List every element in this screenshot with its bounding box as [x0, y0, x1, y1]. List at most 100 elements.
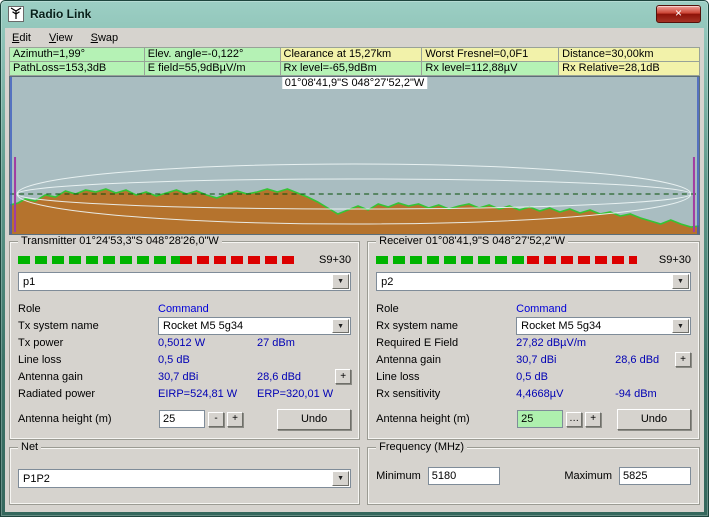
tx-line-loss-row: Line loss 0,5 dB	[18, 351, 351, 368]
rx-sensitivity-label: Rx sensitivity	[376, 388, 516, 400]
rx-unit-combobox[interactable]: p2 ▼	[376, 272, 691, 291]
rx-sensitivity-uv: 4,4668µV	[516, 388, 615, 400]
frequency-maximum-input[interactable]	[619, 467, 691, 485]
info-distance: Distance=30,00km	[559, 48, 700, 62]
transmitter-panel-title: Transmitter 01°24'53,3"S 048°28'26,0"W	[18, 235, 222, 247]
tx-undo-button[interactable]: Undo	[277, 409, 351, 430]
signal-meter-red-segment	[527, 256, 637, 264]
net-panel: Net P1P2 ▼	[9, 447, 360, 505]
rx-unit-value: p2	[381, 276, 393, 288]
signal-meter-red-segment	[180, 256, 297, 264]
frequency-panel-title: Frequency (MHz)	[376, 441, 467, 453]
tx-role-row: Role Command	[18, 300, 351, 317]
rx-height-increment-button[interactable]: +	[585, 412, 601, 427]
chevron-down-icon[interactable]: ▼	[672, 274, 689, 289]
menubar: Edit View Swap	[5, 28, 704, 47]
rx-line-loss-row: Line loss 0,5 dB	[376, 368, 691, 385]
tx-antenna-height-label: Antenna height (m)	[18, 413, 156, 425]
receiver-panel-title: Receiver 01°08'41,9"S 048°27'52,2"W	[376, 235, 568, 247]
tx-rows: Role Command Tx system name Rocket M5 5g…	[18, 300, 351, 430]
tx-antenna-height-row: Antenna height (m) - + Undo	[18, 408, 351, 430]
tx-system-row: Tx system name Rocket M5 5g34 ▼	[18, 317, 351, 334]
rx-antenna-gain-plus-button[interactable]: +	[675, 352, 691, 367]
tx-unit-value: p1	[23, 276, 35, 288]
chevron-down-icon[interactable]: ▼	[672, 319, 689, 333]
tx-line-loss-label: Line loss	[18, 354, 158, 366]
rx-antenna-height-input[interactable]	[517, 410, 563, 428]
rx-required-efield-label: Required E Field	[376, 337, 516, 349]
frequency-row: Minimum Maximum	[376, 467, 691, 485]
tx-signal-meter: S9+30	[18, 255, 351, 264]
tx-radiated-power-row: Radiated power EIRP=524,81 W ERP=320,01 …	[18, 385, 351, 402]
info-rx-relative: Rx Relative=28,1dB	[559, 62, 700, 76]
tx-antenna-height-input[interactable]	[159, 410, 205, 428]
net-combobox[interactable]: P1P2 ▼	[18, 469, 351, 488]
rx-antenna-gain-dbi: 30,7 dBi	[516, 354, 615, 366]
frequency-minimum-label: Minimum	[376, 470, 421, 482]
info-worst-fresnel: Worst Fresnel=0,0F1	[422, 48, 559, 62]
chevron-down-icon[interactable]: ▼	[332, 274, 349, 289]
tx-height-increment-button[interactable]: +	[227, 412, 243, 427]
tx-role-label: Role	[18, 303, 158, 315]
rx-antenna-height-label: Antenna height (m)	[376, 413, 514, 425]
info-e-field: E field=55,9dBµV/m	[145, 62, 281, 76]
tx-antenna-gain-dbd: 28,6 dBd	[257, 371, 333, 383]
tx-antenna-gain-label: Antenna gain	[18, 371, 158, 383]
link-info-grid: Azimuth=1,99° Elev. angle=-0,122° Cleara…	[9, 47, 700, 76]
tx-antenna-gain-plus-button[interactable]: +	[335, 369, 351, 384]
menu-view[interactable]: View	[49, 32, 73, 44]
chevron-down-icon[interactable]: ▼	[332, 319, 349, 333]
tx-power-watts: 0,5012 W	[158, 337, 257, 349]
tx-power-row: Tx power 0,5012 W 27 dBm	[18, 334, 351, 351]
info-rx-level-dbm: Rx level=-65,9dBm	[281, 62, 423, 76]
tx-signal-level-label: S9+30	[307, 254, 351, 266]
radio-link-window: Radio Link × Edit View Swap Azimuth=1,99…	[0, 0, 709, 517]
tx-role-command-link[interactable]: Command	[158, 303, 257, 315]
rx-role-row: Role Command	[376, 300, 691, 317]
frequency-panel: Frequency (MHz) Minimum Maximum	[367, 447, 700, 505]
panels: Transmitter 01°24'53,3"S 048°28'26,0"W S…	[9, 241, 700, 505]
tx-system-label: Tx system name	[18, 320, 158, 332]
rx-required-efield-row: Required E Field 27,82 dBµV/m	[376, 334, 691, 351]
tx-unit-combobox[interactable]: p1 ▼	[18, 272, 351, 291]
menu-edit[interactable]: Edit	[12, 32, 31, 44]
tx-radiated-power-label: Radiated power	[18, 388, 158, 400]
chevron-down-icon[interactable]: ▼	[332, 471, 349, 486]
info-clearance: Clearance at 15,27km	[281, 48, 423, 62]
window-title: Radio Link	[30, 7, 650, 21]
profile-chart[interactable]: 01°08'41,9"S 048°27'52,2"W	[9, 76, 700, 235]
tx-signal-meter-bar	[18, 256, 297, 264]
info-elev-angle: Elev. angle=-0,122°	[145, 48, 281, 62]
rx-sensitivity-row: Rx sensitivity 4,4668µV -94 dBm	[376, 385, 691, 402]
rx-antenna-gain-label: Antenna gain	[376, 354, 516, 366]
rx-antenna-height-row: Antenna height (m) … + Undo	[376, 408, 691, 430]
rx-system-row: Rx system name Rocket M5 5g34 ▼	[376, 317, 691, 334]
app-icon	[8, 6, 24, 22]
close-button[interactable]: ×	[656, 5, 701, 23]
receiver-panel: Receiver 01°08'41,9"S 048°27'52,2"W S9+3…	[367, 241, 700, 440]
rx-height-options-button[interactable]: …	[566, 412, 582, 427]
tx-system-value: Rocket M5 5g34	[163, 320, 243, 332]
titlebar[interactable]: Radio Link ×	[1, 1, 708, 27]
signal-meter-green-segment	[376, 256, 527, 264]
rx-system-value: Rocket M5 5g34	[521, 320, 601, 332]
rx-signal-level-label: S9+30	[647, 254, 691, 266]
rx-role-label: Role	[376, 303, 516, 315]
tx-antenna-gain-row: Antenna gain 30,7 dBi 28,6 dBd +	[18, 368, 351, 385]
transmitter-panel: Transmitter 01°24'53,3"S 048°28'26,0"W S…	[9, 241, 360, 440]
net-value: P1P2	[23, 473, 50, 485]
menu-swap[interactable]: Swap	[91, 32, 119, 44]
rx-system-combobox[interactable]: Rocket M5 5g34 ▼	[516, 317, 691, 335]
rx-undo-button[interactable]: Undo	[617, 409, 691, 430]
rx-role-command-link[interactable]: Command	[516, 303, 615, 315]
info-rx-level-uv: Rx level=112,88µV	[422, 62, 559, 76]
tx-erp-value: ERP=320,01 W	[257, 388, 333, 400]
tx-power-label: Tx power	[18, 337, 158, 349]
tx-system-combobox[interactable]: Rocket M5 5g34 ▼	[158, 317, 351, 335]
frequency-minimum-input[interactable]	[428, 467, 500, 485]
tx-height-decrement-button[interactable]: -	[208, 412, 224, 427]
close-icon: ×	[675, 6, 682, 20]
rx-system-label: Rx system name	[376, 320, 516, 332]
tx-power-dbm: 27 dBm	[257, 337, 333, 349]
client-area: Edit View Swap Azimuth=1,99° Elev. angle…	[5, 28, 704, 512]
